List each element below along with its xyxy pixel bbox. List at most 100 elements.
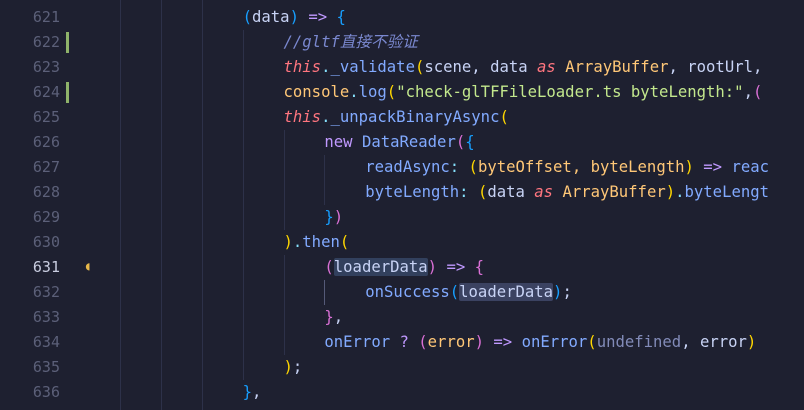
code-token: _validate [330, 58, 415, 76]
code-token: reac [731, 158, 769, 176]
code-token: ( [449, 283, 460, 301]
line-number: 632 [32, 283, 60, 301]
code-token: ( [339, 233, 350, 251]
code-line[interactable]: 625 this._unpackBinaryAsync( [0, 105, 804, 130]
code-token: _unpackBinaryAsync [330, 108, 500, 126]
line-number: 635 [32, 358, 60, 376]
code-token: ) [427, 258, 438, 276]
code-token: ) [665, 183, 676, 201]
code-line[interactable]: 633}, [0, 305, 804, 330]
line-number: 629 [32, 208, 60, 226]
code-token: ArrayBuffer [562, 183, 666, 201]
code-token: , [333, 308, 344, 326]
code-token: byteOffset, byteLength [477, 158, 685, 176]
code-text: this._unpackBinaryAsync( [284, 108, 509, 127]
line-number: 630 [32, 233, 60, 251]
code-token: byteLengt [684, 183, 770, 201]
code-token: this [283, 108, 322, 126]
code-token: ) [684, 158, 694, 176]
code-line[interactable]: 631 ◖ (loaderData) => { [0, 255, 804, 280]
code-line[interactable]: 636}, [0, 380, 804, 405]
code-token: : [459, 183, 478, 201]
code-line[interactable]: 627 readAsync: (byteOffset, byteLength) =… [0, 155, 804, 180]
line-number: 633 [32, 308, 60, 326]
code-token: ( [587, 333, 597, 351]
code-line[interactable]: 622 //gltf直接不验证 [0, 30, 804, 55]
line-number: 631 [32, 258, 60, 276]
code-token: console [283, 83, 350, 101]
code-token: ) [746, 333, 757, 351]
code-line[interactable]: 629}) [0, 205, 804, 230]
code-token: scene, data [424, 58, 538, 76]
code-text: }, [324, 308, 343, 327]
code-token: ( [455, 133, 466, 151]
code-text: ).then( [284, 233, 350, 252]
line-number: 624 [32, 83, 60, 101]
code-token: ; [292, 358, 303, 376]
code-token: as [537, 58, 556, 76]
line-number: 636 [32, 383, 60, 401]
code-token: { [474, 258, 485, 276]
code-line[interactable]: 632 onSuccess(loaderData); [0, 280, 804, 305]
code-line[interactable]: 621 (data) => { [0, 5, 804, 30]
code-line[interactable]: 630).then( [0, 230, 804, 255]
code-token: . [675, 183, 685, 201]
git-modified-indicator[interactable] [66, 32, 69, 53]
code-text: byteLength: (data as ArrayBuffer).byteLe… [365, 183, 769, 202]
code-token: . [292, 233, 303, 251]
code-editor[interactable]: 621 (data) => {622//gltf直接不验证 623 this._val… [0, 0, 804, 410]
code-text: console.log("check-glTFFileLoader.ts byt… [284, 83, 763, 102]
code-line[interactable]: 623 this._validate(scene, data as ArrayBu… [0, 55, 804, 80]
code-token: log [358, 83, 387, 101]
code-token: ; [562, 283, 572, 301]
code-text: }) [324, 208, 343, 227]
code-token: ) [474, 333, 485, 351]
git-modified-indicator[interactable] [66, 82, 69, 103]
code-token: ( [468, 158, 478, 176]
code-token: ) [289, 8, 309, 26]
code-token: //gltf直接不验证 [283, 33, 418, 51]
code-token: , rootUrl, [668, 58, 763, 76]
code-token: => [437, 258, 475, 276]
code-token: { [336, 8, 346, 26]
code-token: undefined [596, 333, 682, 351]
code-line[interactable]: 628 byteLength: (data as ArrayBuffer).byt… [0, 180, 804, 205]
code-line[interactable]: 635); [0, 355, 804, 380]
code-token: "check-glTFFileLoader.ts byteLength:" [396, 83, 744, 101]
code-token: => [693, 158, 732, 176]
code-token: , error [681, 333, 747, 351]
code-line[interactable]: 634 onError ? (error) => onError(undefine… [0, 330, 804, 355]
code-token: ) [283, 233, 293, 251]
code-text: onSuccess(loaderData); [365, 283, 572, 302]
code-line[interactable]: 624 console.log("check-glTFFileLoader.ts … [0, 80, 804, 105]
line-number: 621 [32, 8, 60, 26]
code-token: data [487, 183, 535, 201]
code-line[interactable]: 626 new DataReader({ [0, 130, 804, 155]
code-token: . [349, 83, 359, 101]
code-token: new [324, 133, 353, 151]
code-token: loaderData [333, 258, 428, 276]
code-text: new DataReader({ [324, 133, 474, 152]
code-token: ( [386, 83, 397, 101]
line-number: 628 [32, 183, 60, 201]
code-text: }, [243, 383, 262, 402]
code-token: readAsync [365, 158, 450, 176]
line-number: 622 [32, 33, 60, 51]
code-text: onError ? (error) => onError(undefined, … [324, 333, 756, 352]
code-token: } [324, 208, 334, 226]
code-token: , [252, 383, 262, 401]
code-token: ( [414, 58, 425, 76]
code-token: loaderData [459, 283, 554, 301]
code-token: ( [324, 258, 334, 276]
code-token: : [449, 158, 469, 176]
lightbulb-icon[interactable]: ◖ [84, 259, 91, 273]
code-token: then [302, 233, 340, 251]
code-token: byteLength [365, 183, 460, 201]
line-number: 623 [32, 58, 60, 76]
code-text: readAsync: (byteOffset, byteLength) => r… [365, 158, 769, 177]
line-number: 634 [32, 333, 60, 351]
code-token: this [283, 58, 322, 76]
code-token: } [324, 308, 334, 326]
